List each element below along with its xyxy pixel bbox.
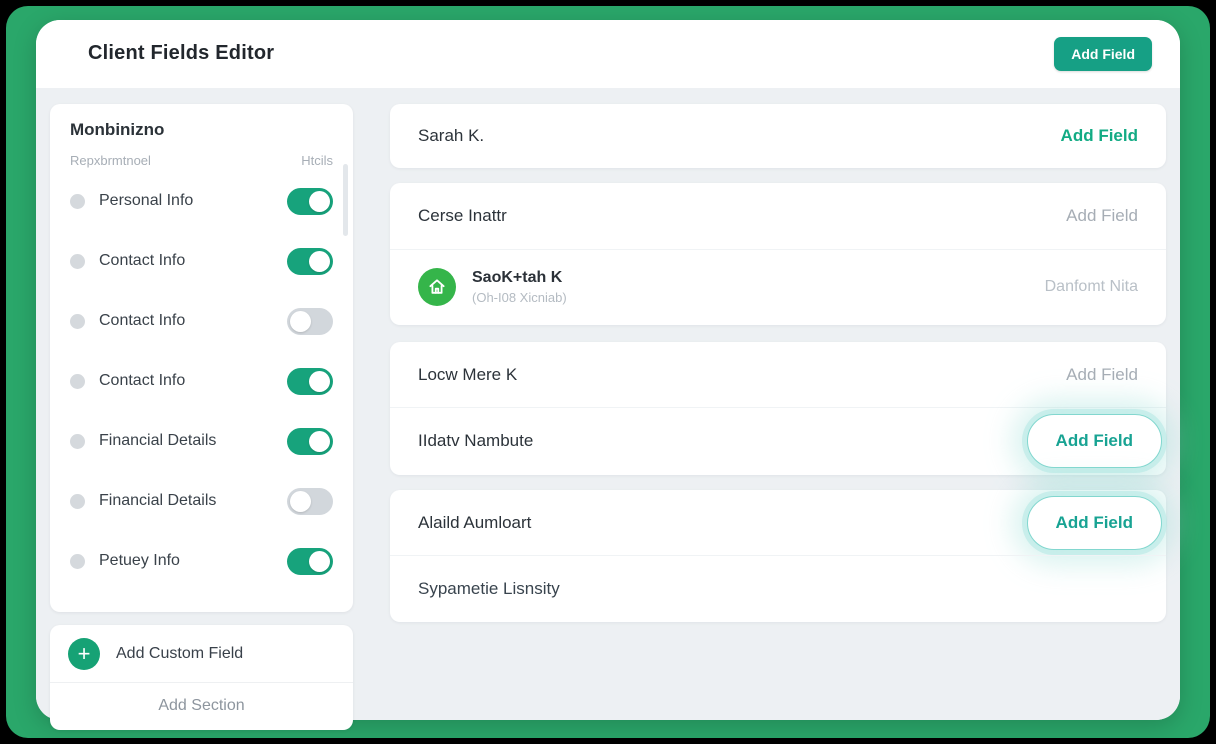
field-card-alaild: Alaild Aumloart Add Field Sypametie Lisn… [390,490,1166,622]
add-section-button[interactable]: Add Section [50,683,353,729]
field-row-title: Locw Mere K [418,365,1066,385]
field-row-subtitle: (Oh-I08 Xicniab) [472,290,1045,305]
add-field-pill-button[interactable]: Add Field [1027,496,1162,550]
sidebar-item-label: Financial Details [99,492,287,510]
page-title: Client Fields Editor [88,42,274,65]
sidebar-item-label: Contact Info [99,372,287,390]
client-fields-editor-window: Client Fields Editor Add Field Monbinizn… [36,20,1180,720]
sidebar-item-label: Petuey Info [99,552,287,570]
column-label-left: Repxbrmtnoel [70,153,151,171]
field-row: Alaild Aumloart Add Field [390,490,1166,555]
toggle-switch[interactable] [287,548,333,575]
toggle-switch[interactable] [287,248,333,275]
sidebar-item-financial-details-1: Financial Details [70,411,333,471]
sidebar-item-contact-info-1: Contact Info [70,231,333,291]
field-row: Sypametie Lisnsity [390,555,1166,621]
bullet-icon [70,554,85,569]
add-custom-field-button[interactable]: + Add Custom Field [50,625,353,683]
sidebar-item-contact-info-2: Contact Info [70,291,333,351]
bullet-icon [70,434,85,449]
bullet-icon [70,374,85,389]
sidebar-item-label: Financial Details [99,432,287,450]
add-field-link[interactable]: Add Field [1066,365,1138,385]
app-frame: Client Fields Editor Add Field Monbinizn… [6,6,1210,738]
field-card-cerse: Cerse Inattr Add Field SaoK+tah K (Oh-I0… [390,183,1166,325]
home-icon-badge [418,268,456,306]
toggle-switch[interactable] [287,188,333,215]
sidebar-item-financial-details-2: Financial Details [70,471,333,531]
field-row-with-avatar: SaoK+tah K (Oh-I08 Xicniab) Danfomt Nita [390,249,1166,324]
field-row-title: Cerse Inattr [418,206,1066,226]
bullet-icon [70,254,85,269]
sections-panel: Monbinizno Repxbrmtnoel Htcils Personal … [50,104,353,612]
sections-panel-columns: Repxbrmtnoel Htcils [70,153,333,171]
add-field-link[interactable]: Add Field [1061,126,1138,146]
sidebar-item-contact-info-3: Contact Info [70,351,333,411]
add-custom-field-label: Add Custom Field [116,645,243,663]
field-row-title: Sypametie Lisnsity [418,579,1138,599]
field-card-locw: Locw Mere K Add Field IIdatv Nambute Add… [390,342,1166,475]
column-label-right: Htcils [301,153,333,171]
sidebar-actions-card: + Add Custom Field Add Section [50,625,353,730]
field-row: Cerse Inattr Add Field [390,183,1166,249]
home-icon [427,277,447,297]
toggle-switch[interactable] [287,488,333,515]
field-row-title: Alaild Aumloart [418,513,1027,533]
sidebar-item-petuey-info: Petuey Info [70,531,333,591]
bullet-icon [70,314,85,329]
field-row-meta: Danfomt Nita [1045,278,1138,296]
bullet-icon [70,194,85,209]
toggle-switch[interactable] [287,428,333,455]
window-header: Client Fields Editor Add Field [36,20,1180,88]
sidebar-item-personal-info: Personal Info [70,171,333,231]
field-row-text: SaoK+tah K (Oh-I08 Xicniab) [472,269,1045,305]
sections-panel-title: Monbinizno [70,120,333,140]
field-card-sarah: Sarah K. Add Field [390,104,1166,168]
sidebar-item-label: Contact Info [99,312,287,330]
field-row: Sarah K. Add Field [390,104,1166,168]
sidebar-item-label: Contact Info [99,252,287,270]
field-row: Locw Mere K Add Field [390,342,1166,407]
field-row-title: IIdatv Nambute [418,431,1027,451]
sidebar-scrollbar-thumb[interactable] [343,164,348,236]
add-field-button[interactable]: Add Field [1054,37,1152,71]
field-row-title: SaoK+tah K [472,269,1045,287]
field-row-title: Sarah K. [418,126,1061,146]
bullet-icon [70,494,85,509]
add-field-link[interactable]: Add Field [1066,206,1138,226]
toggle-switch[interactable] [287,308,333,335]
plus-icon: + [68,638,100,670]
sidebar-item-label: Personal Info [99,192,287,210]
field-row: IIdatv Nambute Add Field [390,407,1166,474]
toggle-switch[interactable] [287,368,333,395]
add-field-pill-button[interactable]: Add Field [1027,414,1162,468]
